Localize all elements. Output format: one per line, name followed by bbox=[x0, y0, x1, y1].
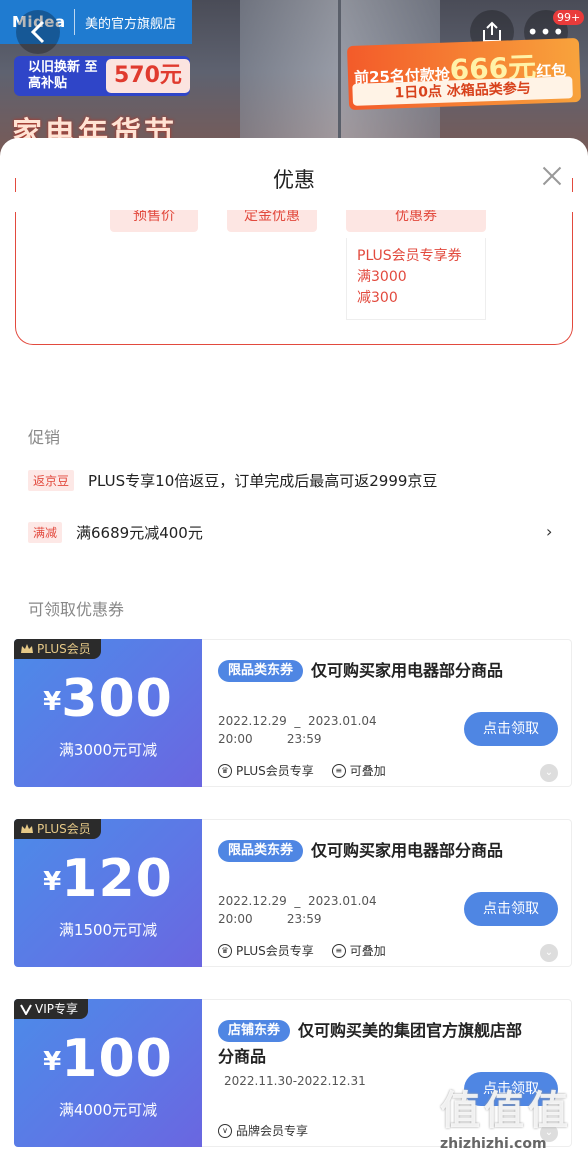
coupon-amount: ¥100 bbox=[14, 1029, 202, 1089]
promo-row-jingdou[interactable]: 返京豆 PLUS专享10倍返豆，订单完成后最高可返2999京豆 bbox=[28, 470, 437, 491]
coupon-type-badge: 限品类东券 bbox=[218, 660, 304, 682]
promo-banner[interactable]: Midea 美的官方旗舰店 ••• 99+ 以旧换新 至高补贴 570元 家电年… bbox=[0, 0, 588, 160]
currency-symbol: ¥ bbox=[43, 687, 62, 717]
chevron-left-icon bbox=[30, 20, 45, 44]
coupon-badge-label: PLUS会员 bbox=[37, 822, 91, 836]
coupon-foot-text: PLUS会员专享 bbox=[236, 764, 314, 778]
promo-text: 满6689元减400元 bbox=[76, 524, 203, 542]
coupon-foot-text: 品牌会员专享 bbox=[236, 1124, 309, 1138]
coupon-chip[interactable]: 优惠券 bbox=[346, 210, 486, 232]
coupon-type-badge: 店铺东券 bbox=[218, 1020, 291, 1042]
watermark-site: zhizhizhi.com bbox=[440, 1136, 547, 1152]
coupons-title: 可领取优惠券 bbox=[28, 600, 125, 619]
red-packet-promo: 前25名付款抢666元红包 1日0点 冰箱品类参与 bbox=[346, 37, 582, 111]
coupon-date-range: 2022.11.30-2022.12.31 bbox=[224, 1074, 366, 1088]
stack-icon: ≡ bbox=[331, 763, 346, 778]
deposit-chip[interactable]: 定金优惠 bbox=[227, 210, 317, 232]
coupon-badge: PLUS会员 bbox=[14, 819, 101, 839]
plus-coupon-line: PLUS会员专享券 bbox=[357, 248, 462, 264]
trade-in-amount: 570元 bbox=[106, 59, 190, 93]
promo-text: PLUS专享10倍返豆，订单完成后最高可返2999京豆 bbox=[88, 472, 438, 490]
coupon-description: 限品类东券 仅可购买家用电器部分商品 bbox=[218, 838, 538, 864]
coupon-description: 店铺东券 仅可购买美的集团官方旗舰店部分商品 bbox=[218, 1018, 538, 1070]
back-button[interactable] bbox=[16, 10, 60, 54]
trade-in-promo: 以旧换新 至高补贴 570元 bbox=[14, 56, 190, 96]
v-icon: ∨ bbox=[218, 1123, 232, 1138]
crown-icon bbox=[21, 824, 33, 833]
fridge-door-line bbox=[338, 0, 341, 160]
coupon-date-range: 2022.12.29 _ 2023.01.04 20:00 23:59 bbox=[218, 714, 377, 746]
coupon-date-range: 2022.12.29 _ 2023.01.04 20:00 23:59 bbox=[218, 894, 377, 926]
coupon-detail-panel: 限品类东券 仅可购买家用电器部分商品 2022.12.29 _ 2023.01.0… bbox=[202, 639, 572, 787]
coupon-amount-value: 120 bbox=[61, 849, 173, 909]
chevron-right-icon[interactable]: › bbox=[546, 522, 552, 541]
claim-coupon-button[interactable]: 点击领取 bbox=[464, 712, 558, 746]
v-icon bbox=[20, 1004, 32, 1015]
promo-tag: 返京豆 bbox=[28, 470, 75, 491]
currency-symbol: ¥ bbox=[43, 867, 62, 897]
store-name: 美的官方旗舰店 bbox=[85, 16, 177, 32]
promotions-title: 促销 bbox=[28, 428, 61, 447]
expand-icon[interactable]: ⌄ bbox=[540, 944, 558, 962]
promo-row-full-reduction[interactable]: 满减 满6689元减400元 bbox=[28, 522, 203, 543]
coupon-desc-text: 仅可购买家用电器部分商品 bbox=[311, 841, 504, 860]
scroll-mask bbox=[0, 192, 588, 212]
crown-icon: ♛ bbox=[218, 943, 232, 958]
coupon-badge: VIP专享 bbox=[14, 999, 88, 1019]
coupon-description: 限品类东券 仅可购买家用电器部分商品 bbox=[218, 658, 538, 684]
plus-coupon-line: 减300 bbox=[357, 290, 398, 306]
plus-coupon-line: 满3000 bbox=[357, 269, 407, 285]
coupon-footer: ∨ 品牌会员专享 bbox=[218, 1122, 308, 1139]
coupon-detail-panel: 限品类东券 仅可购买家用电器部分商品 2022.12.29 _ 2023.01.0… bbox=[202, 819, 572, 967]
coupon-value-panel: PLUS会员 ¥120 满1500元可减 bbox=[14, 819, 202, 967]
coupon-type-badge: 限品类东券 bbox=[218, 840, 304, 862]
presale-chip[interactable]: 预售价 bbox=[110, 210, 198, 232]
currency-symbol: ¥ bbox=[43, 1047, 62, 1077]
coupon-foot-text: 可叠加 bbox=[349, 764, 386, 778]
coupon-badge: PLUS会员 bbox=[14, 639, 101, 659]
site-watermark: 值值值 zhizhizhi.com bbox=[440, 1078, 580, 1158]
coupon-footer: ♛ PLUS会员专享 ≡ 可叠加 bbox=[218, 762, 386, 779]
coupon-badge-label: VIP专享 bbox=[35, 1002, 78, 1016]
coupon-badge-label: PLUS会员 bbox=[37, 642, 91, 656]
coupon-card: PLUS会员 ¥120 满1500元可减 限品类东券 仅可购买家用电器部分商品 2… bbox=[14, 819, 572, 967]
message-badge: 99+ bbox=[553, 10, 585, 25]
expand-icon[interactable]: ⌄ bbox=[540, 764, 558, 782]
trade-in-text: 以旧换新 至高补贴 bbox=[28, 60, 98, 91]
coupon-footer: ♛ PLUS会员专享 ≡ 可叠加 bbox=[218, 942, 386, 959]
promo-tag: 满减 bbox=[28, 522, 63, 543]
crown-icon bbox=[21, 644, 33, 653]
coupon-card: PLUS会员 ¥300 满3000元可减 限品类东券 仅可购买家用电器部分商品 2… bbox=[14, 639, 572, 787]
coupon-amount: ¥300 bbox=[14, 669, 202, 729]
coupon-value-panel: PLUS会员 ¥300 满3000元可减 bbox=[14, 639, 202, 787]
coupon-amount: ¥120 bbox=[14, 849, 202, 909]
coupon-desc-text: 仅可购买家用电器部分商品 bbox=[311, 661, 504, 680]
discount-sheet: 优惠 预售价 定金优惠 优惠券 PLUS会员专享券 满3000 减300 促销 … bbox=[0, 138, 588, 1159]
coupon-condition: 满4000元可减 bbox=[58, 1101, 158, 1119]
coupon-value-panel: VIP专享 ¥100 满4000元可减 bbox=[14, 999, 202, 1147]
coupon-foot-text: 可叠加 bbox=[349, 944, 386, 958]
claim-coupon-button[interactable]: 点击领取 bbox=[464, 892, 558, 926]
coupon-foot-text: PLUS会员专享 bbox=[236, 944, 314, 958]
stack-icon: ≡ bbox=[331, 943, 346, 958]
coupon-condition: 满3000元可减 bbox=[58, 741, 158, 759]
plus-coupon-summary: PLUS会员专享券 满3000 减300 bbox=[346, 238, 486, 320]
watermark-glyphs: 值值值 bbox=[440, 1088, 572, 1134]
crown-icon: ♛ bbox=[218, 763, 232, 778]
coupon-amount-value: 300 bbox=[61, 669, 173, 729]
coupon-amount-value: 100 bbox=[61, 1029, 173, 1089]
coupon-condition: 满1500元可减 bbox=[58, 921, 158, 939]
